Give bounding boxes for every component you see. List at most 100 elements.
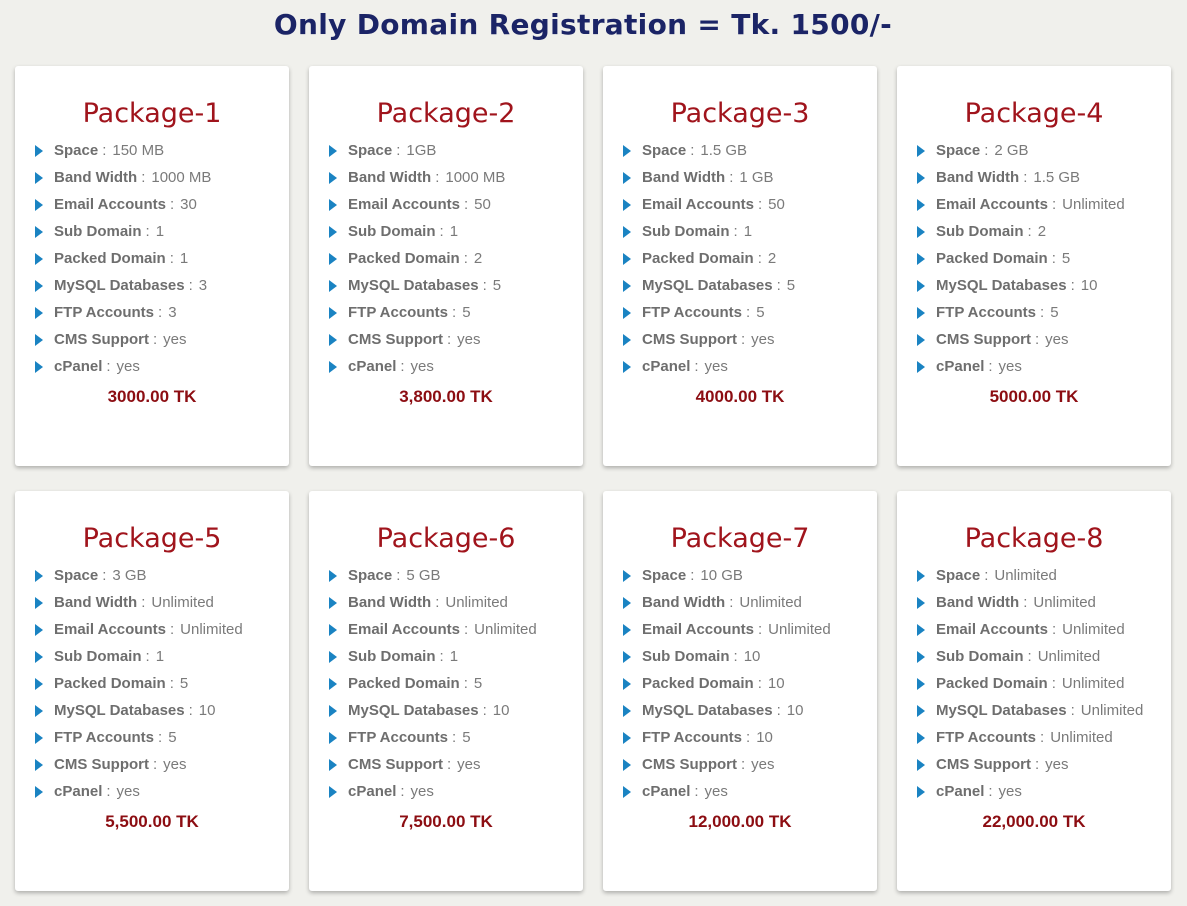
triangle-right-icon <box>917 361 925 373</box>
feature-value: Unlimited <box>768 621 831 638</box>
feature-label: FTP Accounts <box>936 729 1037 746</box>
feature-value: 5 <box>756 304 765 321</box>
feature-separator: : <box>757 196 763 213</box>
package-name: Package-7 <box>670 523 810 554</box>
feature-item: cPanel: yes <box>915 358 1171 385</box>
feature-item: Space:1GB <box>327 142 583 169</box>
package-price: 3,800.00 TK <box>399 387 493 406</box>
feature-label: FTP Accounts <box>348 729 449 746</box>
feature-value: 3 <box>168 304 177 321</box>
feature-separator: : <box>439 648 444 665</box>
package-price: 4000.00 TK <box>695 387 785 406</box>
feature-item: FTP Accounts:5 <box>621 304 877 331</box>
triangle-right-icon <box>623 678 631 690</box>
feature-separator: : <box>153 756 158 773</box>
feature-value: 1GB <box>406 142 437 159</box>
feature-separator: : <box>102 567 107 584</box>
triangle-right-icon <box>329 145 337 157</box>
feature-separator: : <box>400 783 405 800</box>
triangle-right-icon <box>917 199 925 211</box>
feature-separator: : <box>988 358 993 375</box>
feature-label: Band Width <box>936 169 1020 186</box>
feature-label: cPanel <box>642 783 691 800</box>
feature-separator: : <box>447 331 452 348</box>
package-name: Package-8 <box>964 523 1104 554</box>
feature-separator: : <box>988 783 993 800</box>
feature-separator: : <box>1051 675 1056 692</box>
feature-value: 5 <box>462 729 471 746</box>
feature-value: 5 <box>168 729 177 746</box>
feature-value: Unlimited <box>1037 648 1101 665</box>
feature-item: Space:2 GB <box>915 142 1171 169</box>
triangle-right-icon <box>917 651 925 663</box>
feature-value: yes <box>116 358 140 375</box>
feature-label: CMS Support <box>936 331 1031 348</box>
feature-value: 1 <box>155 223 165 240</box>
triangle-right-icon <box>623 199 631 211</box>
feature-value: Unlimited <box>739 594 802 611</box>
feature-item: Band Width:1 GB <box>621 169 877 196</box>
feature-item: Packed Domain:5 <box>33 675 289 702</box>
triangle-right-icon <box>623 786 631 798</box>
feature-label: FTP Accounts <box>54 729 155 746</box>
feature-label: Email Accounts <box>54 196 166 213</box>
feature-separator: : <box>1027 223 1032 240</box>
feature-value: 10 <box>1080 277 1098 294</box>
triangle-right-icon <box>35 361 43 373</box>
triangle-right-icon <box>623 172 631 184</box>
triangle-right-icon <box>917 172 925 184</box>
feature-label: cPanel <box>936 358 985 375</box>
feature-item: Band Width: Unlimited <box>327 594 583 621</box>
feature-item: Band Width: Unlimited <box>33 594 289 621</box>
triangle-right-icon <box>623 361 631 373</box>
feature-separator: : <box>106 358 111 375</box>
feature-list: Space:150 MB Band Width:1000 MB Email Acco… <box>33 142 289 385</box>
feature-label: MySQL Databases <box>642 702 773 719</box>
triangle-right-icon <box>917 307 925 319</box>
triangle-right-icon <box>917 786 925 798</box>
feature-separator: : <box>169 621 175 638</box>
feature-item: cPanel: yes <box>33 783 289 810</box>
feature-item: FTP Accounts:5 <box>327 304 583 331</box>
feature-label: Sub Domain <box>642 648 730 665</box>
feature-label: Sub Domain <box>642 223 730 240</box>
triangle-right-icon <box>329 172 337 184</box>
feature-list: Space:10 GB Band Width: Unlimited Email Acc… <box>621 567 877 810</box>
feature-value: yes <box>704 783 728 800</box>
feature-item: Sub Domain:2 <box>915 223 1171 250</box>
feature-value: 50 <box>768 196 785 213</box>
triangle-right-icon <box>917 759 925 771</box>
feature-separator: : <box>145 223 150 240</box>
feature-item: MySQL Databases:10 <box>327 702 583 729</box>
feature-label: Space <box>54 142 99 159</box>
feature-list: Space:1.5 GB Band Width:1 GB Email Account… <box>621 142 877 385</box>
feature-item: Email Accounts:50 <box>621 196 877 223</box>
triangle-right-icon <box>917 280 925 292</box>
feature-value: 5 GB <box>406 567 441 584</box>
triangle-right-icon <box>329 732 337 744</box>
triangle-right-icon <box>917 334 925 346</box>
feature-item: Packed Domain:5 <box>327 675 583 702</box>
feature-separator: : <box>757 250 762 267</box>
triangle-right-icon <box>329 678 337 690</box>
feature-value: 10 <box>198 702 216 719</box>
feature-label: Packed Domain <box>348 675 460 692</box>
feature-value: 50 <box>474 196 491 213</box>
triangle-right-icon <box>623 145 631 157</box>
triangle-right-icon <box>623 570 631 582</box>
feature-item: FTP Accounts:3 <box>33 304 289 331</box>
feature-list: Space: Unlimited Band Width: Unlimited Email… <box>915 567 1171 810</box>
feature-separator: : <box>733 223 738 240</box>
triangle-right-icon <box>329 307 337 319</box>
package-card: Package-1 Space:150 MB Band Width:1000 MB E… <box>15 66 289 466</box>
feature-item: CMS Support: yes <box>915 331 1171 358</box>
feature-label: Packed Domain <box>54 675 166 692</box>
feature-label: cPanel <box>54 783 103 800</box>
feature-separator: : <box>1035 331 1040 348</box>
feature-label: Sub Domain <box>54 648 142 665</box>
feature-item: Sub Domain: Unlimited <box>915 648 1171 675</box>
feature-value: yes <box>457 756 481 773</box>
feature-item: Email Accounts:50 <box>327 196 583 223</box>
feature-label: Sub Domain <box>348 648 436 665</box>
triangle-right-icon <box>623 307 631 319</box>
